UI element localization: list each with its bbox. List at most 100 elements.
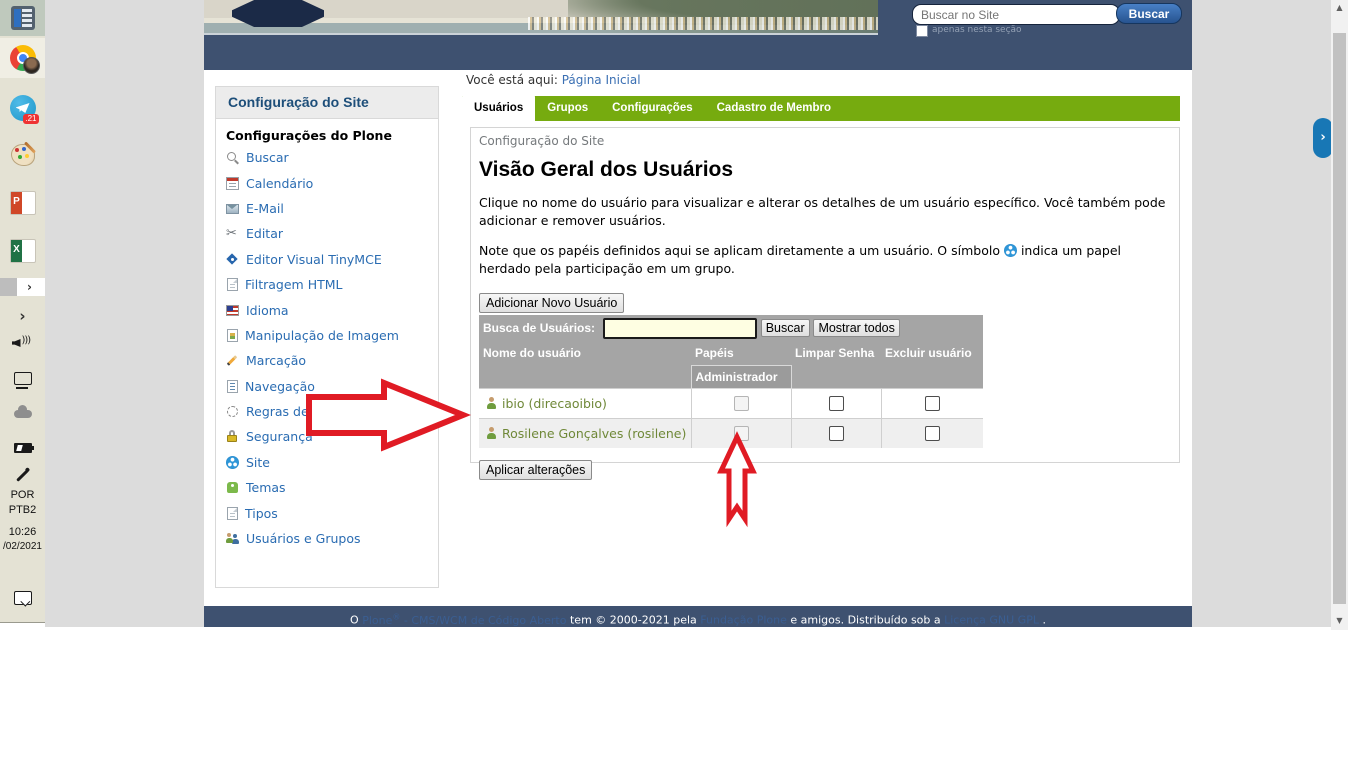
intro-paragraph: Clique no nome do usuário para visualiza… [479,194,1171,230]
tab-cadastro-membro[interactable]: Cadastro de Membro [705,96,843,121]
add-new-user-button[interactable]: Adicionar Novo Usuário [479,293,624,313]
administrador-checkbox [734,426,749,441]
volume-tray-button[interactable] [0,333,45,353]
language-indicator-line1[interactable]: POR [0,489,45,501]
clock-time[interactable]: 10:26 [0,526,45,538]
sidebar-item-manipulacao-imagem[interactable]: Manipulação de Imagem [226,323,432,348]
sidebar-item-idioma[interactable]: Idioma [226,297,432,322]
plone-icon [226,456,239,469]
apply-changes-button[interactable]: Aplicar alterações [479,460,592,480]
site-setup-portlet: Configuração do Site Configurações do Pl… [215,86,439,588]
chrome-icon [10,45,36,71]
portlet-title: Configuração do Site [216,87,438,119]
powerpoint-app-button[interactable] [0,188,45,218]
onedrive-tray-button[interactable] [0,405,45,423]
email-icon [226,204,239,214]
sidebar-item-label: Temas [246,480,286,495]
cast-tray-button[interactable] [0,368,45,388]
windows-taskbar: .21 › › P [0,0,45,623]
sidebar-item-label: E-Mail [246,201,284,216]
sidebar-item-tinymce[interactable]: Editor Visual TinyMCE [226,247,432,272]
section-only-checkbox[interactable] [916,25,928,37]
sidebar-item-tipos[interactable]: Tipos [226,500,432,525]
tab-configuracoes[interactable]: Configurações [600,96,705,121]
battery-tray-button[interactable] [0,440,45,456]
site-logo[interactable] [232,0,324,27]
role-subheader-administrador: Administrador [691,365,791,388]
page-title: Visão Geral dos Usuários [479,158,1171,182]
site-column: Buscar apenas nesta seção Você está aqui… [204,0,1192,627]
footer-license-link[interactable]: Licença GNU GPL [944,614,1039,627]
sidebar-item-label: Tipos [245,506,278,521]
footer-foundation-link[interactable]: Fundação Plone [700,614,787,627]
sidebar-item-marcacao[interactable]: Marcação [226,348,432,373]
calculator-app-button[interactable] [0,0,45,36]
sidebar-item-seguranca[interactable]: Segurança [226,424,432,449]
user-name-link[interactable]: ibio (direcaoibio) [502,396,607,411]
sidebar-item-label: Editor Visual TinyMCE [246,252,382,267]
language-indicator-line2[interactable]: PTB2 [0,504,45,516]
footer-text: e amigos. Distribuído sob a [790,614,940,627]
browser-scrollbar[interactable]: ▲ ▼ [1331,0,1348,630]
tab-grupos[interactable]: Grupos [535,96,600,121]
sidebar-item-editar[interactable]: Editar [226,221,432,246]
banner-marina-boats [528,17,878,30]
search-icon [226,151,239,164]
site-search-input[interactable] [912,4,1120,25]
sidebar-item-calendario[interactable]: Calendário [226,170,432,195]
user-search-button[interactable]: Buscar [761,319,810,337]
footer-text: . [1042,614,1046,627]
sidebar-item-usuarios-grupos[interactable]: Usuários e Grupos [226,526,432,551]
telegram-app-button[interactable]: .21 [0,92,45,124]
scroll-up-arrow[interactable]: ▲ [1331,0,1348,15]
calculator-icon [11,6,35,30]
clock-date[interactable]: /02/2021 [0,541,45,552]
user-search-label: Busca de Usuários: [483,321,595,335]
action-center-button[interactable] [0,586,45,610]
telegram-icon: .21 [10,95,36,121]
sidebar-item-filtragem-html[interactable]: Filtragem HTML [226,272,432,297]
user-icon [485,427,498,440]
scrollbar-thumb[interactable] [1333,33,1346,604]
footer-plone-link[interactable]: Plone® - CMS/WCM de Código Aberto [362,614,566,627]
sidebar-item-temas[interactable]: Temas [226,475,432,500]
user-search-input[interactable] [603,318,757,339]
user-name-link[interactable]: Rosilene Gonçalves (rosilene) [502,426,686,441]
inherited-role-icon [1004,244,1017,257]
reset-password-checkbox[interactable] [829,426,844,441]
column-header-reset-password: Limpar Senha [791,342,881,366]
taskbar-expander[interactable]: › [0,278,45,296]
scroll-down-arrow[interactable]: ▼ [1331,613,1348,628]
show-all-button[interactable]: Mostrar todos [813,319,899,337]
site-setup-link[interactable]: Configuração do Site [479,134,1171,148]
sidebar-item-label: Navegação [245,379,315,394]
sidebar-item-site[interactable]: Site [226,450,432,475]
site-search-button[interactable]: Buscar [1116,3,1182,24]
breadcrumb-label: Você está aqui: [466,73,558,87]
chrome-app-button[interactable] [0,38,45,78]
paint-app-button[interactable] [0,140,45,170]
breadcrumb-home-link[interactable]: Página Inicial [562,73,641,87]
table-row: Rosilene Gonçalves (rosilene) [479,418,983,448]
sidebar-item-buscar[interactable]: Buscar [226,145,432,170]
sidebar-item-email[interactable]: E-Mail [226,196,432,221]
sidebar-item-label: Filtragem HTML [245,277,343,292]
taskbar-expander-handle[interactable] [0,278,17,296]
chevron-right-icon: › [27,280,32,294]
sidebar-item-navegacao[interactable]: Navegação [226,374,432,399]
table-row: ibio (direcaoibio) [479,388,983,418]
delete-user-checkbox[interactable] [925,426,940,441]
notification-bubble-icon [14,591,32,605]
sidebar-item-regras-conteudo[interactable]: Regras de Conteúdo [226,399,432,424]
floating-side-widget[interactable]: › [1313,118,1333,158]
pencil-icon [226,354,239,367]
delete-user-checkbox[interactable] [925,396,940,411]
tab-usuarios[interactable]: Usuários [462,94,535,121]
excel-app-button[interactable] [0,236,45,266]
sidebar-item-label: Editar [246,226,283,241]
roles-paragraph: Note que os papéis definidos aqui se apl… [479,242,1171,278]
image-icon [227,329,238,342]
reset-password-checkbox[interactable] [829,396,844,411]
windows-ink-button[interactable] [0,465,45,485]
show-hidden-icons-button[interactable]: › [0,305,45,327]
